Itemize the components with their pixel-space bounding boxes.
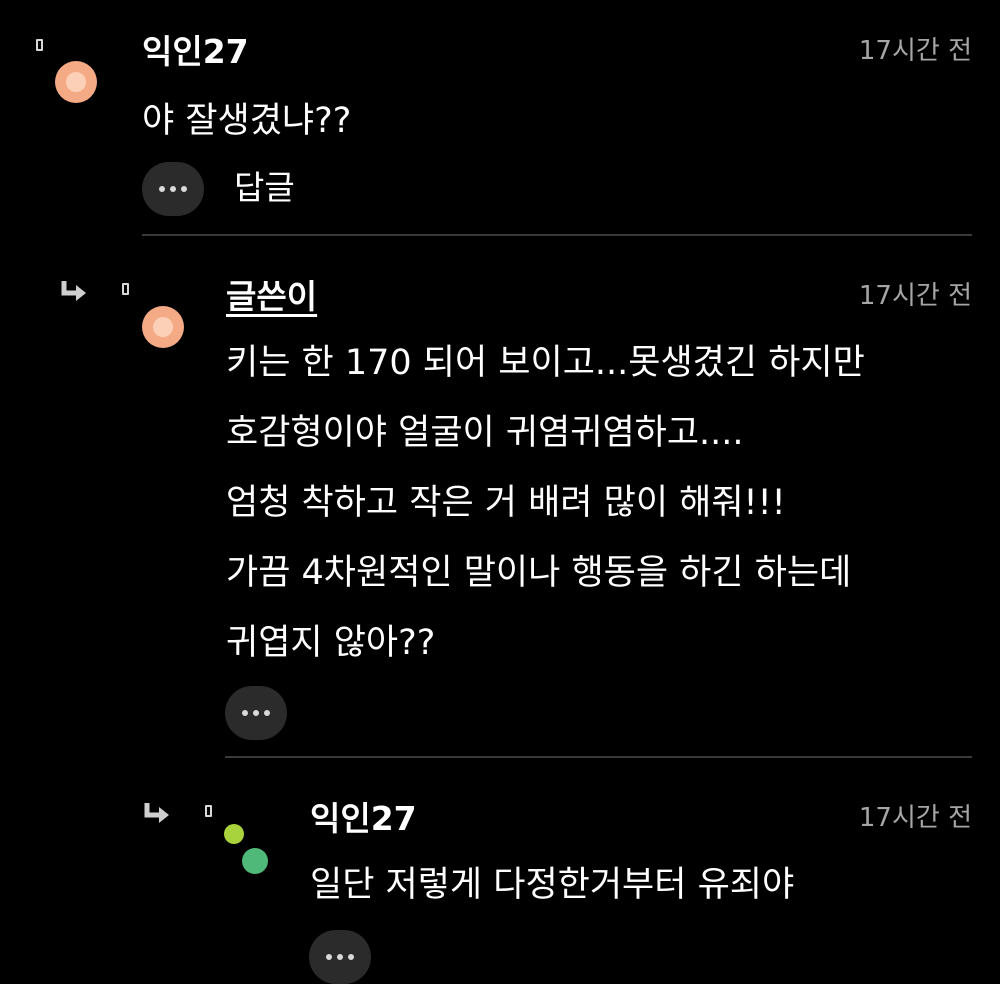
mobile-icon bbox=[36, 39, 43, 51]
comment-author[interactable]: 익인27 bbox=[142, 32, 249, 72]
comment-author[interactable]: 글쓴이 bbox=[226, 277, 317, 317]
comment-text-line: 엄청 착하고 작은 거 배려 많이 해줘!!! bbox=[226, 483, 786, 523]
comment-text-line: 키는 한 170 되어 보이고...못생겼긴 하지만 bbox=[226, 343, 865, 383]
comment-text-line: 가끔 4차원적인 말이나 행동을 하긴 하는데 bbox=[226, 553, 852, 593]
mobile-icon bbox=[205, 805, 212, 817]
divider bbox=[142, 234, 972, 236]
comment-text-line: 귀엽지 않아?? bbox=[226, 623, 436, 663]
comment-time: 17시간 전 bbox=[858, 281, 972, 311]
divider bbox=[225, 756, 972, 758]
mobile-icon bbox=[122, 283, 129, 295]
reply-arrow-icon bbox=[144, 803, 169, 823]
comment-text-line: 호감형이야 얼굴이 귀염귀염하고.... bbox=[226, 413, 744, 453]
more-options-button[interactable] bbox=[225, 686, 287, 740]
avatar-dot bbox=[224, 824, 244, 844]
comment-text: 일단 저렇게 다정한거부터 유죄야 bbox=[310, 865, 795, 905]
comment-time: 17시간 전 bbox=[858, 36, 972, 66]
reply-arrow-icon bbox=[61, 281, 86, 301]
avatar[interactable] bbox=[55, 61, 97, 103]
more-dots-icon bbox=[326, 954, 332, 960]
reply-button[interactable]: 답글 bbox=[234, 168, 295, 208]
reply-comment-item: 글쓴이 17시간 전 키는 한 170 되어 보이고...못생겼긴 하지만 호감… bbox=[0, 240, 1000, 760]
reply-comment-item: 익인27 17시간 전 일단 저렇게 다정한거부터 유죄야 bbox=[0, 760, 1000, 984]
more-dots-icon bbox=[242, 710, 248, 716]
more-dots-icon bbox=[159, 186, 165, 192]
comment-author[interactable]: 익인27 bbox=[310, 799, 417, 839]
avatar[interactable] bbox=[142, 306, 184, 348]
more-options-button[interactable] bbox=[309, 930, 371, 984]
more-options-button[interactable] bbox=[142, 162, 204, 216]
comment-time: 17시간 전 bbox=[858, 803, 972, 833]
avatar-dot bbox=[242, 848, 268, 874]
comment-item: 익인27 17시간 전 야 잘생겼냐?? 답글 bbox=[0, 0, 1000, 240]
comment-text: 야 잘생겼냐?? bbox=[142, 101, 352, 141]
avatar[interactable] bbox=[222, 822, 272, 876]
